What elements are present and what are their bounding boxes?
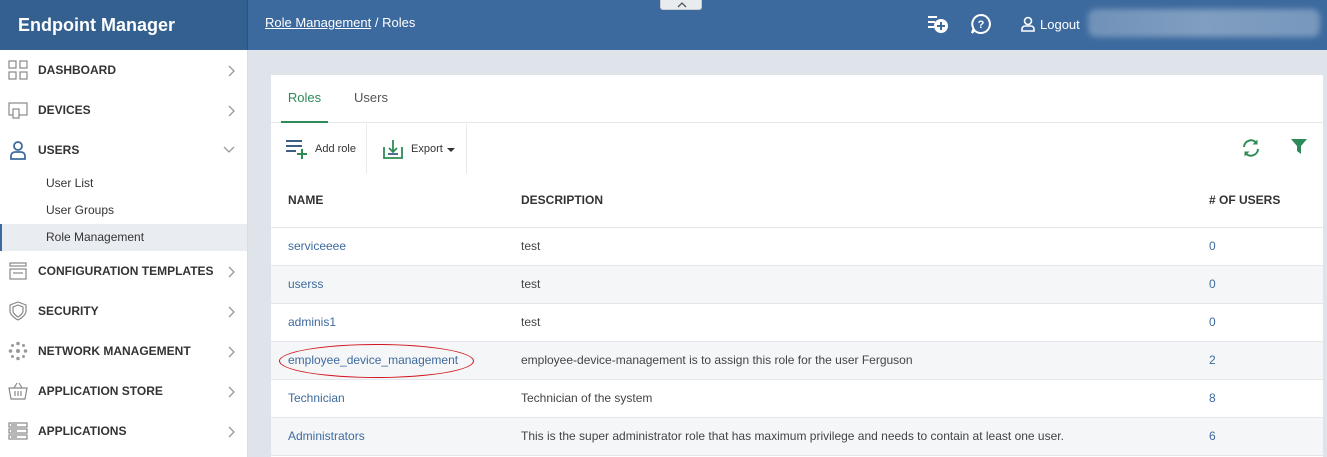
- chevron-right-icon: [228, 346, 235, 358]
- breadcrumb: Role Management / Roles: [265, 0, 415, 50]
- role-name-link[interactable]: adminis1: [288, 315, 336, 329]
- sidebar-subitem-user-list[interactable]: User List: [0, 170, 247, 197]
- store-icon: [8, 382, 28, 400]
- sidebar-item-configuration-templates[interactable]: CONFIGURATION TEMPLATES: [0, 251, 247, 291]
- table-header-row: NAME DESCRIPTION # OF USERS: [271, 174, 1323, 228]
- role-description: test: [521, 303, 1209, 342]
- breadcrumb-role-management-link[interactable]: Role Management: [265, 15, 371, 30]
- sidebar: DASHBOARD DEVICES USERS User List User G…: [0, 50, 248, 457]
- redacted-user-info: [1088, 9, 1320, 37]
- table-row: adminis1 test 0: [271, 303, 1323, 342]
- sidebar-item-label: USERS: [38, 143, 80, 157]
- export-icon: [383, 140, 403, 159]
- user-icon: [1021, 16, 1035, 32]
- dashboard-icon: [8, 60, 28, 80]
- role-name-link[interactable]: userss: [288, 277, 323, 291]
- column-header-users[interactable]: # OF USERS: [1209, 174, 1323, 228]
- role-user-count-link[interactable]: 0: [1209, 239, 1216, 253]
- roles-table: NAME DESCRIPTION # OF USERS serviceeee t…: [271, 174, 1323, 456]
- logout-label: Logout: [1040, 17, 1080, 32]
- table-row: employee_device_management employee-devi…: [271, 341, 1323, 380]
- chevron-down-icon: [223, 146, 235, 153]
- roles-panel: Roles Users Add role Export NAME DESCRIP…: [271, 75, 1323, 457]
- role-name-link[interactable]: serviceeee: [288, 239, 346, 253]
- sidebar-item-label: APPLICATIONS: [38, 424, 127, 438]
- sidebar-item-devices[interactable]: DEVICES: [0, 90, 247, 130]
- sidebar-item-label: DASHBOARD: [38, 63, 116, 77]
- sidebar-item-users[interactable]: USERS: [0, 130, 247, 170]
- shield-icon: [9, 301, 27, 321]
- chevron-right-icon: [228, 386, 235, 398]
- sidebar-item-label: NETWORK MANAGEMENT: [38, 344, 191, 358]
- chevron-up-icon: [677, 2, 687, 8]
- role-name-link[interactable]: Technician: [288, 391, 345, 405]
- sidebar-item-applications[interactable]: APPLICATIONS: [0, 411, 247, 451]
- devices-icon: [8, 102, 28, 119]
- chevron-right-icon: [228, 105, 235, 117]
- role-user-count-link[interactable]: 2: [1209, 353, 1216, 367]
- export-label: Export: [411, 143, 443, 155]
- chevron-right-icon: [228, 65, 235, 77]
- caret-down-icon: [446, 148, 455, 152]
- logout-button[interactable]: Logout: [1020, 0, 1080, 50]
- sidebar-subitem-role-management[interactable]: Role Management: [0, 224, 247, 251]
- sidebar-item-network-management[interactable]: NETWORK MANAGEMENT: [0, 331, 247, 371]
- sidebar-item-security[interactable]: SECURITY: [0, 291, 247, 331]
- role-user-count-link[interactable]: 8: [1209, 391, 1216, 405]
- table-row: Administrators This is the super adminis…: [271, 417, 1323, 456]
- tab-bar: Roles Users: [271, 75, 1323, 123]
- user-icon: [10, 141, 26, 160]
- sidebar-item-dashboard[interactable]: DASHBOARD: [0, 50, 247, 90]
- role-user-count-link[interactable]: 0: [1209, 315, 1216, 329]
- add-role-label: Add role: [315, 143, 356, 155]
- tab-roles[interactable]: Roles: [281, 75, 328, 123]
- chevron-right-icon: [228, 426, 235, 438]
- breadcrumb-current: Roles: [382, 15, 416, 30]
- sidebar-item-application-store[interactable]: APPLICATION STORE: [0, 371, 247, 411]
- role-description: test: [521, 227, 1209, 266]
- sidebar-item-label: DEVICES: [38, 103, 91, 117]
- applications-icon: [8, 422, 28, 440]
- tab-users[interactable]: Users: [349, 75, 393, 123]
- column-header-name[interactable]: NAME: [271, 174, 521, 228]
- role-name-link[interactable]: Administrators: [288, 429, 365, 443]
- svg-text:?: ?: [978, 19, 985, 31]
- refresh-icon[interactable]: [1241, 138, 1261, 158]
- sidebar-item-label: APPLICATION STORE: [38, 384, 163, 398]
- role-user-count-link[interactable]: 6: [1209, 429, 1216, 443]
- app-title: Endpoint Manager: [0, 0, 248, 50]
- role-user-count-link[interactable]: 0: [1209, 277, 1216, 291]
- sidebar-item-label: SECURITY: [38, 304, 99, 318]
- chevron-right-icon: [228, 266, 235, 278]
- column-header-description[interactable]: DESCRIPTION: [521, 174, 1209, 228]
- role-name-link[interactable]: employee_device_management: [288, 353, 458, 367]
- add-role-button[interactable]: Add role: [271, 124, 367, 174]
- breadcrumb-separator: /: [374, 15, 379, 30]
- collapse-header-toggle[interactable]: [660, 0, 702, 10]
- add-list-icon: [286, 140, 307, 159]
- templates-icon: [9, 262, 27, 280]
- filter-icon[interactable]: [1290, 138, 1308, 156]
- table-row: userss test 0: [271, 265, 1323, 304]
- toolbar: Add role Export: [271, 124, 1323, 174]
- sidebar-item-label: CONFIGURATION TEMPLATES: [38, 264, 214, 278]
- role-description: employee-device-management is to assign …: [521, 341, 1209, 380]
- help-icon[interactable]: ?: [970, 13, 992, 35]
- add-task-icon[interactable]: [927, 13, 949, 35]
- role-description: test: [521, 265, 1209, 304]
- table-row: serviceeee test 0: [271, 227, 1323, 266]
- role-description: This is the super administrator role tha…: [521, 417, 1209, 456]
- export-dropdown[interactable]: Export: [368, 124, 467, 174]
- chevron-right-icon: [228, 306, 235, 318]
- network-icon: [8, 341, 28, 361]
- sidebar-subitem-user-groups[interactable]: User Groups: [0, 197, 247, 224]
- role-description: Technician of the system: [521, 379, 1209, 418]
- table-row: Technician Technician of the system 8: [271, 379, 1323, 418]
- top-bar: Endpoint Manager Role Management / Roles…: [0, 0, 1327, 50]
